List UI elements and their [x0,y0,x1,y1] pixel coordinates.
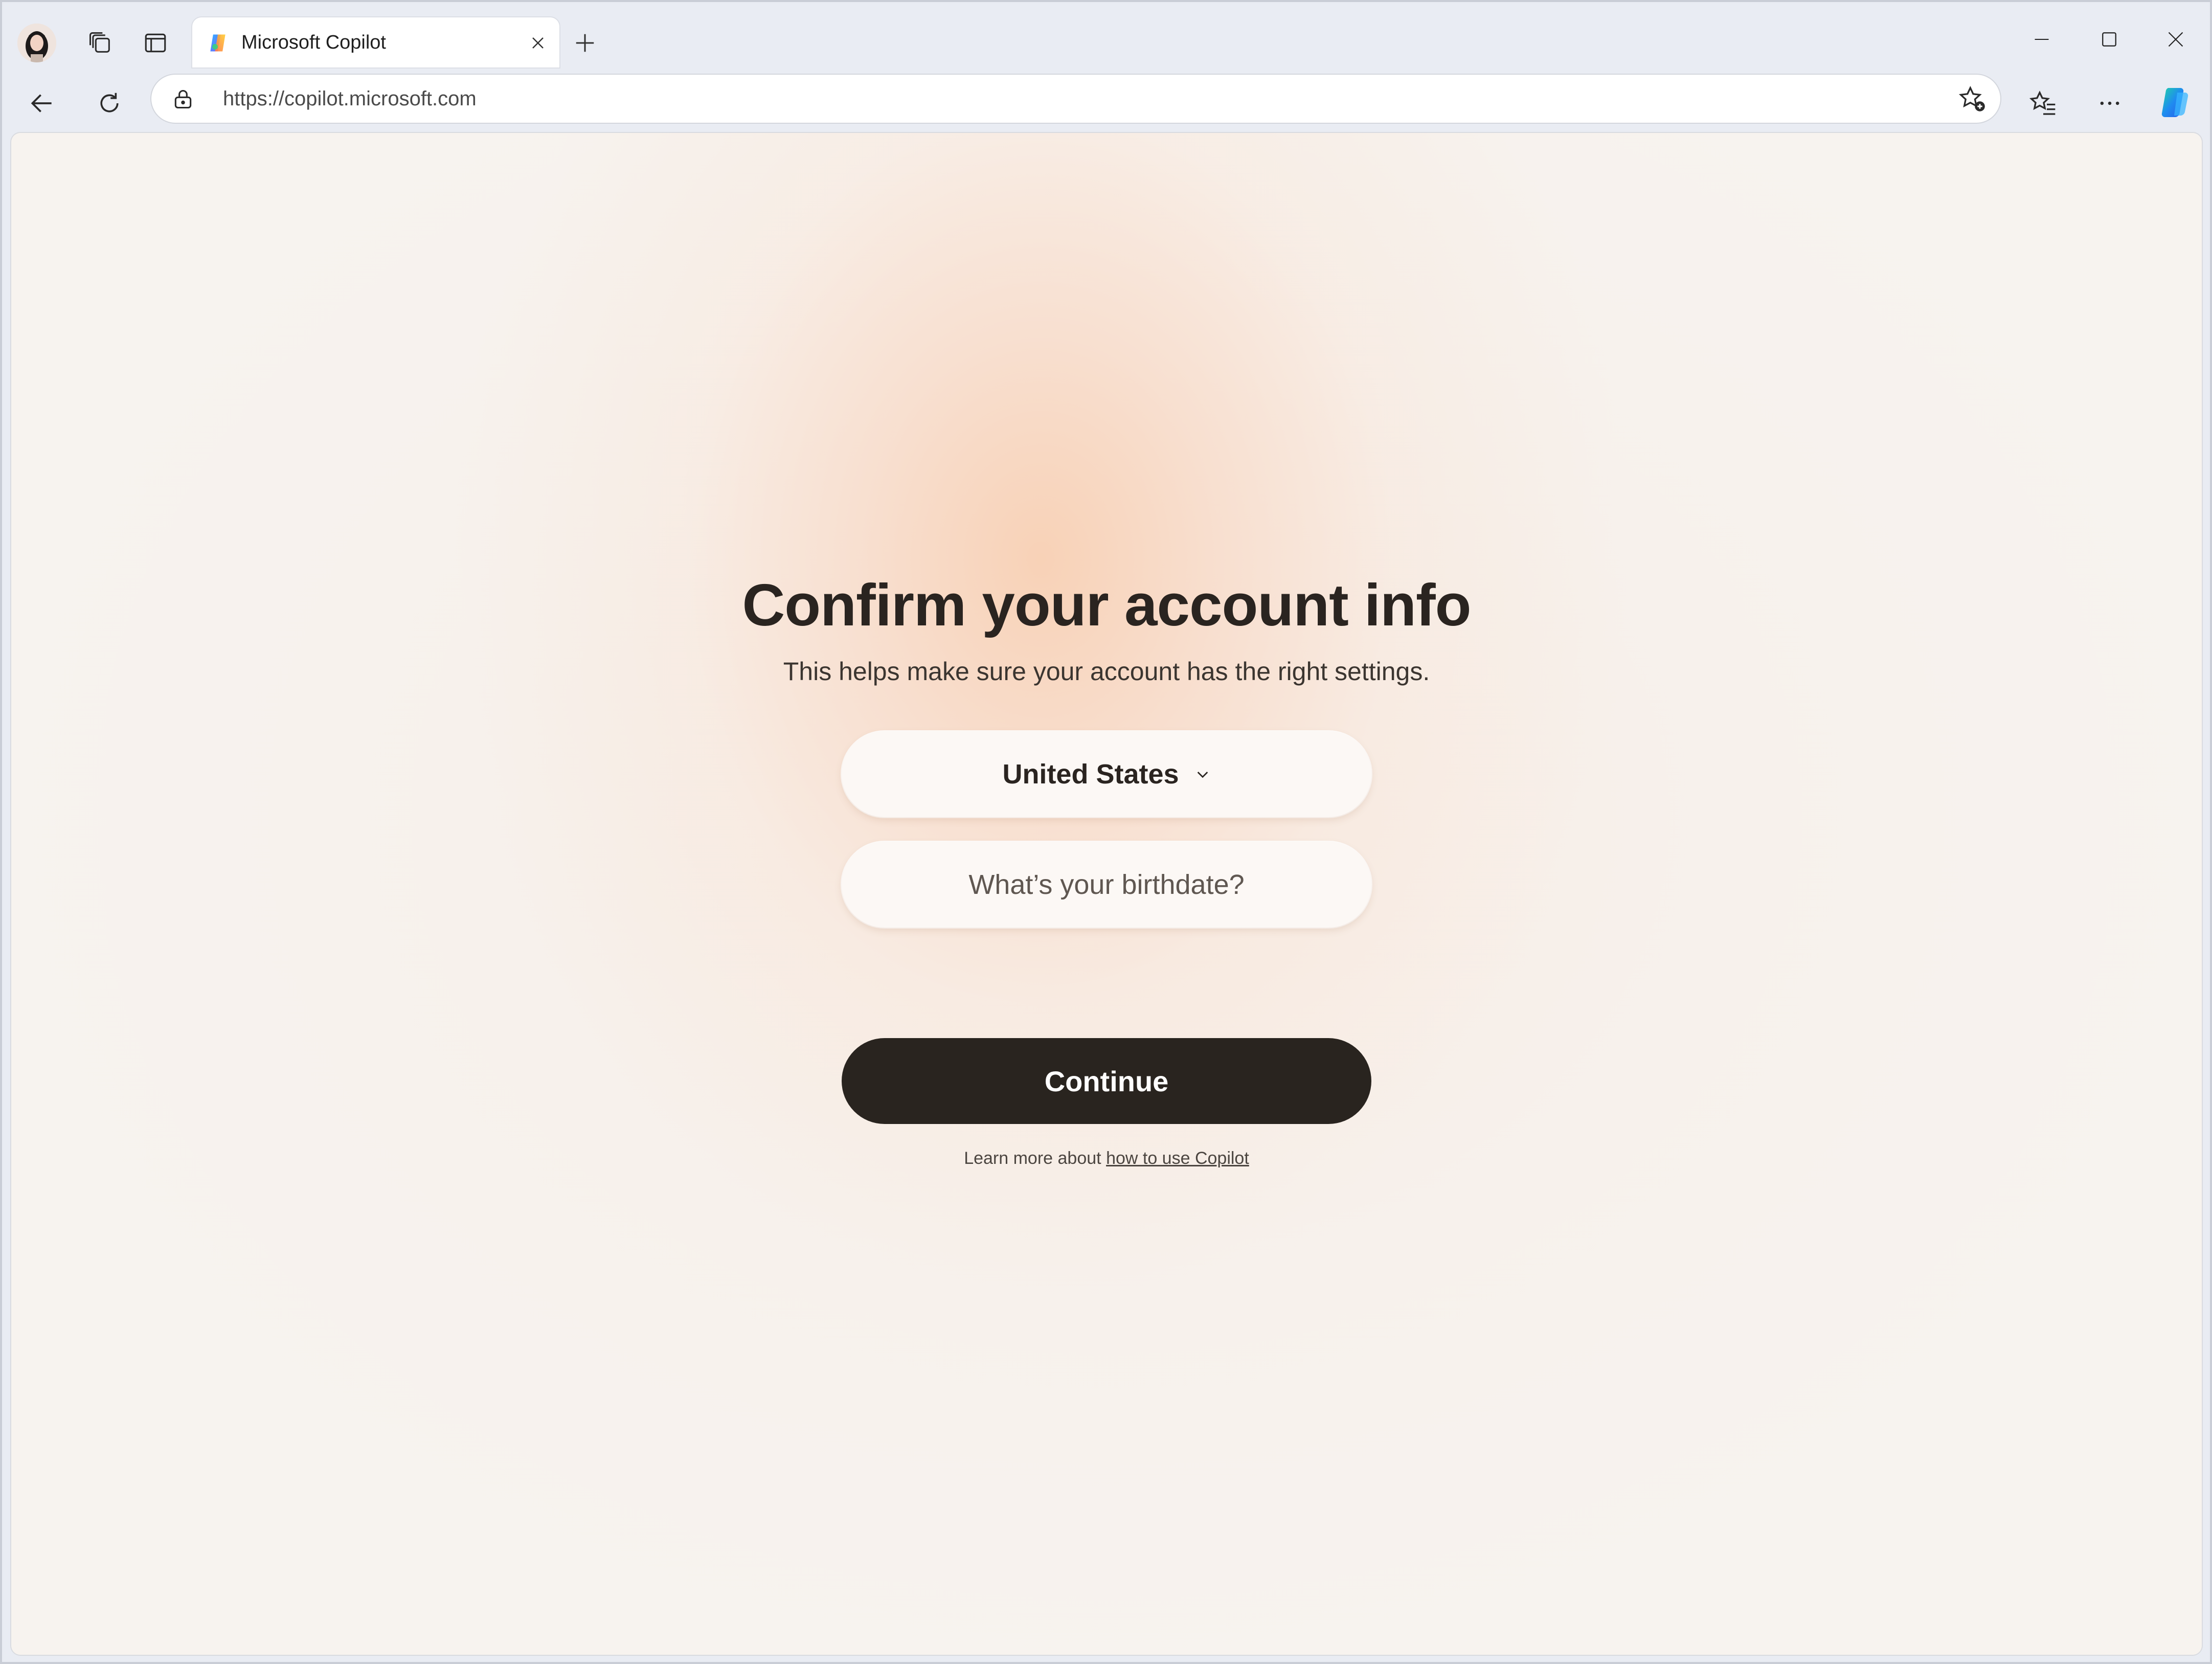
birthdate-field[interactable] [842,841,1371,928]
favorites-icon[interactable] [2017,77,2070,130]
address-bar[interactable]: https://copilot.microsoft.com [151,75,2000,123]
close-icon[interactable] [524,29,552,57]
tab-strip: Microsoft Copilot [2,2,2210,74]
tab-microsoft-copilot[interactable]: Microsoft Copilot [192,17,559,68]
page-title: Confirm your account info [742,572,1472,638]
close-icon[interactable] [2142,11,2209,68]
maximize-icon[interactable] [2076,11,2142,68]
minimize-icon[interactable] [2008,11,2075,68]
continue-button[interactable]: Continue [842,1038,1371,1124]
tab-title: Microsoft Copilot [241,32,386,53]
learn-more-text: Learn more about how to use Copilot [11,1149,2202,1168]
country-select-value: United States [1002,759,1179,790]
birthdate-input[interactable] [842,841,1371,928]
copilot-sidebar-icon[interactable] [2148,77,2201,130]
how-to-use-copilot-link[interactable]: how to use Copilot [1106,1149,1249,1168]
browser-window: Microsoft Copilot https://copilot.micros… [0,0,2212,1664]
plus-icon[interactable] [560,18,610,68]
copilot-logo-icon [207,32,229,54]
country-select[interactable]: United States [842,731,1371,817]
page-content: Confirm your account info This helps mak… [11,133,2202,1655]
more-icon[interactable] [2083,77,2136,130]
url-text[interactable]: https://copilot.microsoft.com [223,75,477,123]
vertical-tabs-icon[interactable] [130,17,181,69]
continue-button-label: Continue [1044,1065,1169,1097]
browser-toolbar: https://copilot.microsoft.com [2,73,2210,133]
site-info-icon[interactable] [169,85,197,114]
page-subtitle: This helps make sure your account has th… [783,657,1430,686]
refresh-icon[interactable] [83,77,136,130]
star-add-icon[interactable] [1956,83,1989,116]
learn-more-prefix: Learn more about [964,1149,1101,1168]
chevron-down-icon [1194,766,1211,782]
workspaces-icon[interactable] [75,17,126,69]
arrow-left-icon[interactable] [15,77,69,130]
avatar[interactable] [17,24,56,62]
